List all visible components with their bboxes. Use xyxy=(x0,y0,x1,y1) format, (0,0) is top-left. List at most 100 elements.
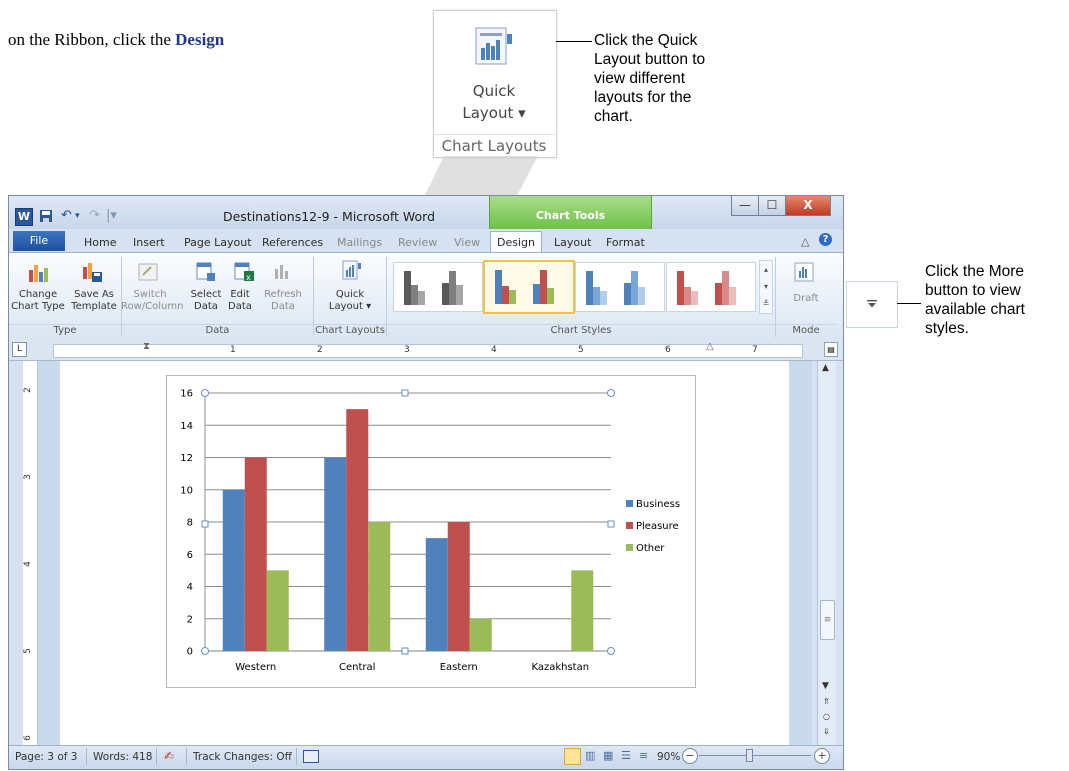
chart-style-thumb-4[interactable] xyxy=(666,262,756,312)
status-words[interactable]: Words: 418 xyxy=(93,751,152,763)
group-mode-label: Mode xyxy=(776,324,836,338)
scroll-up-icon[interactable]: ▲ xyxy=(822,363,829,373)
zoom-slider-track[interactable] xyxy=(699,755,811,756)
scroll-up-arrow-icon[interactable]: ▴ xyxy=(760,261,772,278)
chart: 0 2 4 6 8 10 12 14 16 Western Central Eastern Kazakh… xyxy=(180,389,680,674)
resize-handle xyxy=(201,389,209,397)
save-as-template-button[interactable]: Save As Template xyxy=(67,289,121,313)
x-tick-label: Western xyxy=(235,662,276,673)
save-icon[interactable] xyxy=(39,209,53,223)
chart-style-thumb-2-selected[interactable] xyxy=(483,260,575,314)
draft-view-icon[interactable]: ≡ xyxy=(639,749,648,762)
vruler-number: 6 xyxy=(22,735,33,741)
word-app-icon[interactable]: W xyxy=(15,208,33,226)
tab-references[interactable]: References xyxy=(262,236,323,249)
qat-customize-icon[interactable]: |▾ xyxy=(106,208,117,223)
tab-layout[interactable]: Layout xyxy=(554,236,591,249)
vruler-number: 2 xyxy=(22,387,33,393)
help-icon[interactable]: ? xyxy=(819,233,832,246)
print-layout-view-icon[interactable] xyxy=(564,748,581,765)
browse-object-icon[interactable]: ○ xyxy=(823,712,830,721)
ruler-number: 2 xyxy=(317,345,323,355)
legend-swatch-business xyxy=(626,500,633,507)
switch-row-column-button[interactable]: Switch Row/Column xyxy=(121,289,183,313)
zoom-in-icon[interactable]: + xyxy=(814,748,830,764)
chart-style-thumb-3[interactable] xyxy=(575,262,665,312)
bar-business-eastern xyxy=(425,538,448,651)
bar-other-kazakhstan xyxy=(571,570,594,651)
edit-data-line2: Data xyxy=(228,301,252,312)
group-data-label: Data xyxy=(122,324,313,338)
full-screen-reading-icon[interactable]: ▥ xyxy=(585,749,595,762)
vruler-number: 5 xyxy=(22,648,33,654)
tab-design[interactable]: Design xyxy=(497,236,535,249)
maximize-button[interactable]: ☐ xyxy=(758,196,786,216)
tab-page-layout[interactable]: Page Layout xyxy=(184,236,252,249)
save-as-template-icon xyxy=(83,263,102,282)
more-arrow-icon xyxy=(867,299,877,308)
ruler-track[interactable] xyxy=(53,344,803,358)
ruler-number: 6 xyxy=(665,345,671,355)
outline-view-icon[interactable]: ☰ xyxy=(621,749,631,762)
tab-insert[interactable]: Insert xyxy=(133,236,165,249)
x-tick-label: Kazakhstan xyxy=(531,662,589,673)
tab-file[interactable]: File xyxy=(13,231,65,251)
next-page-icon[interactable]: ⇓ xyxy=(823,727,830,736)
scroll-thumb[interactable]: ≡ xyxy=(820,600,835,640)
status-page[interactable]: Page: 3 of 3 xyxy=(15,751,77,763)
zoom-slider-thumb[interactable] xyxy=(746,749,753,762)
zoom-level[interactable]: 90% xyxy=(657,751,680,763)
draft-icon xyxy=(794,262,814,282)
legend-label-other: Other xyxy=(636,543,665,554)
tab-view[interactable]: View xyxy=(454,236,480,249)
view-ruler-icon[interactable]: ▤ xyxy=(824,342,838,357)
ruler-number: 4 xyxy=(491,345,497,355)
quick-layout-leader-line xyxy=(556,41,592,42)
macro-record-icon[interactable] xyxy=(303,750,319,763)
tab-review[interactable]: Review xyxy=(398,236,437,249)
quick-layout-button[interactable]: Quick Layout ▾ xyxy=(314,289,386,313)
ribbon: Change Chart Type Save As Template Type Sw… xyxy=(9,252,843,339)
change-chart-type-line2: Chart Type xyxy=(11,301,65,312)
bar-business-western xyxy=(222,489,245,651)
switch-row-column-icon xyxy=(138,263,158,281)
chart-style-thumb-1[interactable] xyxy=(393,262,483,312)
chart-style-thumb-4-graphic xyxy=(677,271,736,305)
zoom-out-icon[interactable]: − xyxy=(682,748,698,764)
indent-marker-left[interactable]: ⧗ xyxy=(143,341,150,352)
quick-layout-line1: Quick xyxy=(335,289,365,300)
tab-format[interactable]: Format xyxy=(606,236,645,249)
y-tick-label: 8 xyxy=(187,518,193,529)
minimize-button[interactable]: — xyxy=(731,196,759,216)
change-chart-type-button[interactable]: Change Chart Type xyxy=(9,289,67,313)
resize-handle xyxy=(401,647,409,655)
redo-icon[interactable]: ↷ xyxy=(89,208,100,223)
draft-button[interactable]: Draft xyxy=(776,293,836,305)
refresh-data-button[interactable]: Refresh Data xyxy=(261,289,305,313)
scroll-down-icon[interactable]: ▼ xyxy=(822,681,829,691)
tab-selector[interactable]: L xyxy=(12,342,27,357)
chart-styles-scroll[interactable]: ▴ ▾ ≚ xyxy=(759,260,773,314)
minimize-ribbon-icon[interactable]: △ xyxy=(801,235,809,248)
tab-mailings[interactable]: Mailings xyxy=(337,236,382,249)
undo-dropdown-icon[interactable]: ▾ xyxy=(75,211,80,221)
y-tick-label: 14 xyxy=(180,421,193,432)
proofing-icon[interactable]: ✍ xyxy=(164,749,174,763)
indent-marker-right[interactable]: △ xyxy=(706,341,714,352)
close-button[interactable]: X xyxy=(785,196,831,216)
previous-page-icon[interactable]: ⇑ xyxy=(823,697,830,706)
resize-handle xyxy=(607,520,615,528)
vertical-scrollbar[interactable]: ▲ ≡ ▼ ⇑ ○ ⇓ xyxy=(817,361,836,745)
status-track-changes[interactable]: Track Changes: Off xyxy=(193,751,292,763)
more-arrow-icon[interactable]: ≚ xyxy=(760,295,772,312)
undo-icon[interactable]: ↶ xyxy=(61,208,72,223)
legend-label-business: Business xyxy=(636,499,680,510)
select-data-button[interactable]: Select Data xyxy=(184,289,228,313)
scroll-down-arrow-icon[interactable]: ▾ xyxy=(760,278,772,295)
tab-home[interactable]: Home xyxy=(84,236,116,249)
quick-layout-icon xyxy=(475,27,512,65)
edit-data-button[interactable]: Edit Data xyxy=(223,289,257,313)
chart-frame[interactable]: 0 2 4 6 8 10 12 14 16 Western Central Eastern Kazakh… xyxy=(166,375,696,688)
web-layout-icon[interactable]: ▦ xyxy=(603,749,613,762)
y-tick-label: 6 xyxy=(187,550,193,561)
